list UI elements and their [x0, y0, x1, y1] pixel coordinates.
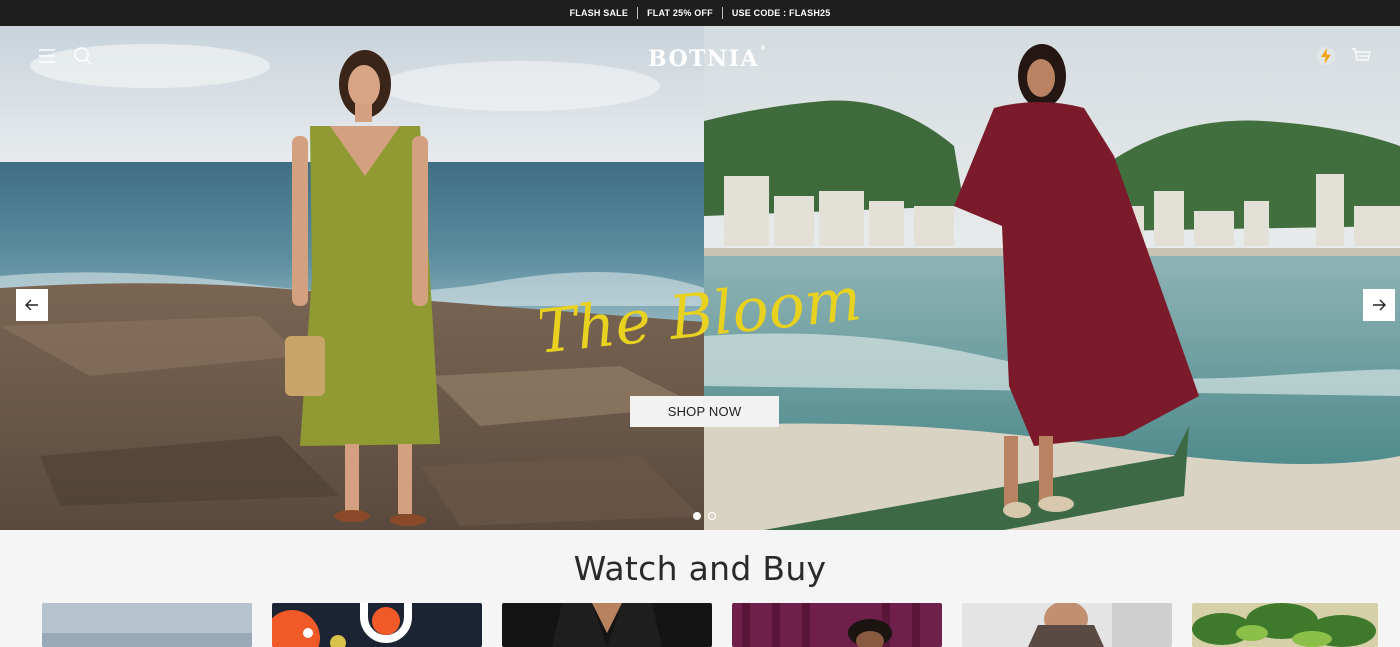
announcement-flash-sale: FLASH SALE	[569, 8, 629, 18]
menu-button[interactable]	[36, 46, 58, 66]
video-thumbnail	[272, 603, 482, 647]
shop-now-button[interactable]: SHOP NOW	[630, 396, 779, 427]
announcement-bar: FLASH SALE FLAT 25% OFF USE CODE : FLASH…	[0, 0, 1400, 26]
brand-logo[interactable]: BOTNIA®	[648, 45, 766, 72]
hero-headline: The Bloom	[540, 266, 865, 368]
hero-banner: The Bloom SHOP NOW	[0, 26, 1400, 530]
video-thumbnail	[732, 603, 942, 647]
announcement-divider	[721, 7, 723, 19]
prev-slide-button[interactable]	[16, 289, 48, 321]
next-slide-button[interactable]	[1363, 289, 1395, 321]
arrow-left-icon	[25, 299, 38, 311]
video-thumbnail	[1192, 603, 1378, 647]
video-card[interactable]	[1192, 603, 1378, 647]
brand-name: BOTNIA	[648, 46, 760, 72]
cart-button[interactable]	[1350, 45, 1372, 67]
menu-icon	[39, 49, 55, 63]
brand-mark: ®	[760, 44, 768, 52]
slide-dot-1[interactable]	[693, 512, 701, 520]
cart-icon	[1352, 48, 1371, 61]
flash-icon	[1317, 47, 1335, 65]
video-card[interactable]	[962, 603, 1172, 647]
flash-sale-button[interactable]	[1314, 44, 1338, 68]
video-thumbnail	[502, 603, 712, 647]
slide-dot-2[interactable]	[708, 512, 716, 520]
announcement-divider	[637, 7, 639, 19]
video-card[interactable]	[732, 603, 942, 647]
hero-headline-text: The Bloom	[540, 266, 865, 368]
video-thumbnail	[962, 603, 1172, 647]
video-card[interactable]	[502, 603, 712, 647]
arrow-right-icon	[1373, 299, 1386, 311]
announcement-code: USE CODE : FLASH25	[731, 8, 831, 18]
video-card[interactable]	[272, 603, 482, 647]
announcement-discount: FLAT 25% OFF	[647, 8, 713, 18]
video-card[interactable]	[42, 603, 252, 647]
search-icon	[74, 47, 92, 65]
section-title: Watch and Buy	[573, 549, 827, 588]
video-thumbnail	[42, 603, 252, 647]
search-button[interactable]	[72, 45, 94, 67]
